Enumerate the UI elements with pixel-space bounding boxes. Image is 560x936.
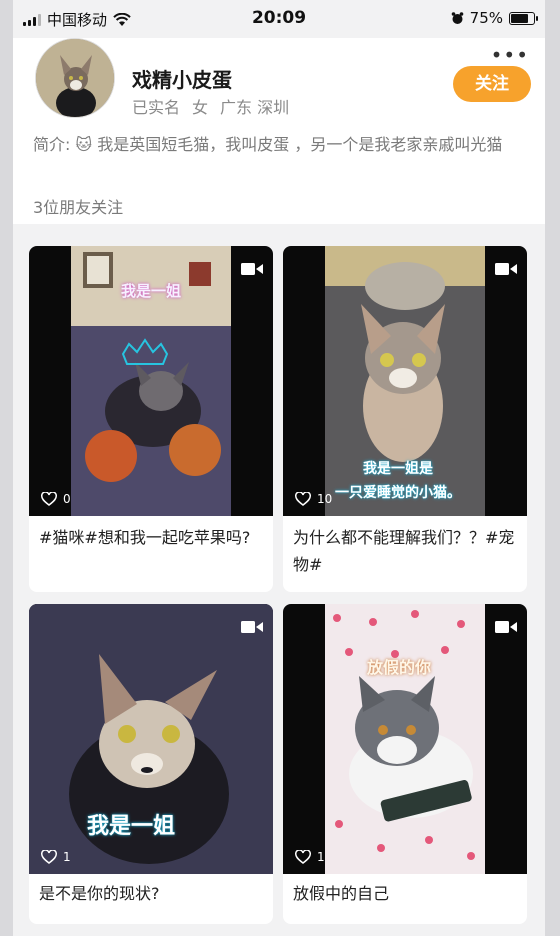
friends-following-count[interactable]: 3位朋友关注 xyxy=(33,194,123,218)
video-caption: #猫咪#想和我一起吃苹果吗? xyxy=(39,528,251,547)
video-overlay-text: 放假的你 xyxy=(367,658,432,677)
like-count-value: 10 xyxy=(317,492,333,506)
video-caption: 为什么都不能理解我们？？#宠物# xyxy=(293,528,515,574)
profile-bio: 简介: 🐱 我是英国短毛猫，我叫皮蛋 ，另一个是我老家亲戚叫光猫 xyxy=(33,135,503,154)
video-card[interactable]: 放假的你 1 放假中的自己 xyxy=(283,604,527,924)
video-overlay-text-line1: 我是一姐是 xyxy=(363,461,433,477)
heart-icon xyxy=(295,492,311,506)
cat-avatar-image xyxy=(36,39,114,117)
location-label: 广东 深圳 xyxy=(220,98,290,117)
like-count[interactable]: 10 xyxy=(295,492,332,506)
grey-cat-phone-thumbnail xyxy=(325,604,485,874)
profile-header: ••• 戏精小皮蛋 已实名 女 广东 深圳 关注 简介: 🐱 我是英国短毛猫，我… xyxy=(13,38,545,224)
video-grid: 我是一姐 0 #猫咪#想和我一起吃苹果吗? 我是一姐是 一只爱睡觉的小猫。 10… xyxy=(13,224,545,936)
video-card[interactable]: 我是一姐 1 是不是你的现状? xyxy=(29,604,273,924)
video-thumbnail: 放假的你 1 xyxy=(283,604,527,874)
video-caption: 是不是你的现状? xyxy=(39,884,160,903)
heart-icon xyxy=(41,850,57,864)
video-thumbnail: 我是一姐 0 xyxy=(29,246,273,516)
video-overlay-text-line2: 一只爱睡觉的小猫。 xyxy=(335,485,461,501)
video-card[interactable]: 我是一姐是 一只爱睡觉的小猫。 10 为什么都不能理解我们？？#宠物# xyxy=(283,246,527,592)
video-caption: 放假中的自己 xyxy=(293,884,390,903)
video-thumbnail: 我是一姐是 一只爱睡觉的小猫。 10 xyxy=(283,246,527,516)
profile-meta: 已实名 女 广东 深圳 xyxy=(132,94,289,118)
alarm-icon xyxy=(451,11,463,24)
video-camera-icon xyxy=(495,263,517,275)
avatar[interactable] xyxy=(35,38,115,118)
battery-percent: 75% xyxy=(469,9,503,27)
more-options-icon[interactable]: ••• xyxy=(491,45,529,65)
heart-icon xyxy=(295,850,311,864)
video-overlay-text: 我是一姐 xyxy=(121,282,182,300)
gender-label: 女 xyxy=(192,98,209,117)
video-thumbnail: 我是一姐 1 xyxy=(29,604,273,874)
like-count-value: 0 xyxy=(63,492,71,506)
video-card[interactable]: 我是一姐 0 #猫咪#想和我一起吃苹果吗? xyxy=(29,246,273,592)
like-count[interactable]: 1 xyxy=(41,850,71,864)
status-bar: 中国移动 20:09 75% xyxy=(13,0,545,38)
phone-screen: 中国移动 20:09 75% ••• 戏精小皮蛋 已实名 女 广东 深圳 关注 … xyxy=(13,0,545,936)
verified-label: 已实名 xyxy=(132,98,181,117)
video-camera-icon xyxy=(241,263,263,275)
video-camera-icon xyxy=(495,621,517,633)
heart-icon xyxy=(41,492,57,506)
like-count[interactable]: 0 xyxy=(41,492,71,506)
battery-icon xyxy=(509,11,538,25)
status-right: 75% xyxy=(451,9,538,27)
like-count-value: 1 xyxy=(317,850,325,864)
profile-name: 戏精小皮蛋 xyxy=(132,68,232,92)
like-count[interactable]: 1 xyxy=(295,850,325,864)
like-count-value: 1 xyxy=(63,850,71,864)
video-overlay-text: 我是一姐 xyxy=(87,814,176,839)
video-camera-icon xyxy=(241,621,263,633)
follow-button[interactable]: 关注 xyxy=(453,66,531,102)
